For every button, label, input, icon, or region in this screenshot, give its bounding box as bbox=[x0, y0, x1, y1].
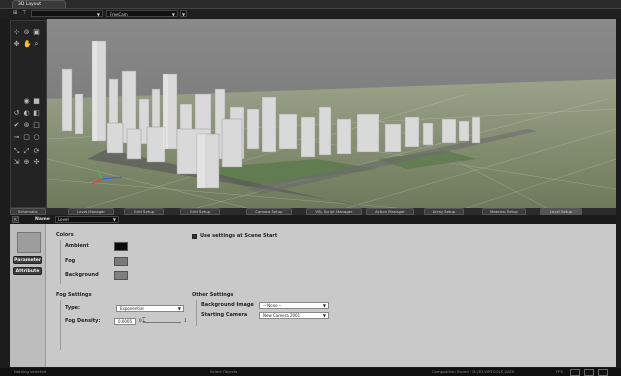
use-settings-checkbox[interactable] bbox=[192, 234, 197, 239]
fog-type-label: Type: bbox=[65, 305, 81, 311]
circle-tool-icon[interactable]: ○ bbox=[33, 134, 40, 141]
place-tool-icon[interactable]: ⊕ bbox=[23, 159, 30, 166]
camera-type-dropdown[interactable]: ▼ bbox=[31, 10, 103, 17]
other-settings-title: Other Settings bbox=[192, 292, 234, 298]
rotate-tool-icon[interactable]: ↺ bbox=[13, 110, 20, 117]
spin-tool-icon[interactable]: ✣ bbox=[33, 159, 40, 166]
box-tool-icon[interactable]: ▢ bbox=[23, 134, 30, 141]
background-color-swatch[interactable] bbox=[114, 271, 128, 280]
collapse-icon[interactable]: ⇱ bbox=[12, 216, 19, 223]
camera-options-button[interactable]: ▼ bbox=[180, 10, 187, 17]
tab-action-manager[interactable]: Action Manager bbox=[366, 208, 414, 215]
title-bar bbox=[0, 0, 621, 9]
view-menu-icon[interactable]: ⊞ bbox=[13, 10, 20, 17]
camera-name-value: FreeCam bbox=[110, 12, 128, 17]
city-scene bbox=[47, 19, 616, 208]
stretch-tool-icon[interactable]: ⤢ bbox=[23, 148, 30, 155]
scale-tool-icon[interactable]: ⤡ bbox=[13, 148, 20, 155]
background-image-label: Background Image bbox=[201, 302, 254, 308]
status-icon-1[interactable] bbox=[570, 369, 580, 376]
fog-density-max-label: 1 bbox=[184, 318, 187, 323]
name-field[interactable]: Level ▼ bbox=[55, 216, 119, 223]
chevron-down-icon: ▼ bbox=[112, 217, 116, 222]
colors-section-title: Colors bbox=[56, 232, 74, 238]
orbit-tool-icon[interactable]: ⟳ bbox=[33, 148, 40, 155]
fog-settings-title: Fog Settings bbox=[56, 292, 92, 298]
status-bar: Nothing selected Select Objects Composit… bbox=[0, 368, 621, 376]
move-tool-icon[interactable]: ✥ bbox=[13, 41, 20, 48]
tab-level-setup[interactable]: Level Setup bbox=[540, 208, 582, 215]
fog-density-slider-handle[interactable]: ⌶ bbox=[142, 318, 146, 324]
check-tool-icon[interactable]: ✔ bbox=[13, 122, 20, 129]
fog-type-value: Exponential bbox=[120, 306, 144, 311]
pan-tool-icon[interactable]: ✋ bbox=[23, 41, 32, 48]
fog-color-swatch[interactable] bbox=[114, 257, 128, 266]
object-tool-icon[interactable]: ■ bbox=[33, 98, 40, 105]
chevron-down-icon: ▼ bbox=[322, 313, 326, 318]
marker-tool-icon[interactable]: ⊛ bbox=[23, 122, 30, 129]
tool-strip: ⊹ ⊚ ▣ ✥ ✋ ⌕ ◉ ■ ↺ ◐ ◧ ✔ ⊛ □ ⊸ ▢ ○ ⤡ ⤢ ⟳ … bbox=[10, 20, 47, 208]
texture-tool-icon[interactable]: ◧ bbox=[33, 110, 40, 117]
link-tool-icon[interactable]: ⊸ bbox=[13, 134, 20, 141]
status-left: Nothing selected bbox=[14, 369, 47, 374]
background-image-value: -- None -- bbox=[263, 303, 282, 308]
tab-vsl-script-manager[interactable]: VSL Script Manager bbox=[306, 208, 362, 215]
tab-material-setup[interactable]: Material Setup bbox=[482, 208, 526, 215]
fog-density-slider-track[interactable] bbox=[143, 322, 181, 323]
fog-density-input[interactable]: 0.0005 bbox=[114, 318, 136, 325]
status-middle: Select Objects bbox=[210, 369, 238, 374]
setup-sidebar: Parameter Attribute bbox=[10, 224, 46, 367]
starting-camera-dropdown[interactable]: New Camera 2001 ▼ bbox=[259, 312, 329, 319]
parameter-button[interactable]: Parameter bbox=[13, 256, 42, 264]
fog-type-dropdown[interactable]: Exponential ▼ bbox=[116, 305, 184, 312]
fps-label: FPS bbox=[556, 369, 563, 374]
light-tool-icon[interactable]: ◉ bbox=[23, 98, 30, 105]
chevron-down-icon: ▼ bbox=[177, 306, 181, 311]
tab-3d-layout[interactable]: 3D Layout bbox=[12, 0, 66, 8]
tab-array-setup[interactable]: Array Setup bbox=[424, 208, 464, 215]
snap-tool-icon[interactable]: ⊚ bbox=[23, 29, 30, 36]
other-divider bbox=[196, 300, 197, 326]
zoom-tool-icon[interactable]: ⌕ bbox=[33, 41, 40, 48]
attribute-button[interactable]: Attribute bbox=[13, 267, 42, 275]
tab-schematic[interactable]: Schematic bbox=[10, 208, 46, 215]
status-icon-3[interactable] bbox=[598, 369, 608, 376]
level-setup-panel bbox=[10, 224, 616, 367]
name-label: Name bbox=[35, 217, 50, 222]
fog-divider bbox=[60, 300, 61, 350]
colors-divider bbox=[60, 240, 61, 284]
use-settings-label: Use settings at Scene Start bbox=[200, 233, 278, 239]
chevron-down-icon: ▼ bbox=[322, 303, 326, 308]
chevron-down-icon: ▼ bbox=[171, 12, 175, 17]
status-icon-2[interactable] bbox=[584, 369, 594, 376]
tab-level-manager[interactable]: Level Manager bbox=[68, 208, 114, 215]
name-value: Level bbox=[58, 217, 69, 222]
background-label: Background bbox=[65, 272, 99, 278]
camera-select-dropdown[interactable]: FreeCam ▼ bbox=[106, 10, 178, 17]
3d-viewport[interactable] bbox=[47, 19, 616, 208]
chevron-down-icon: ▼ bbox=[96, 12, 100, 17]
ambient-color-swatch[interactable] bbox=[114, 242, 128, 251]
status-right: Composition Saved : D:\3D VIRTOOLS DATA bbox=[432, 369, 515, 374]
align-tool-icon[interactable]: ⇲ bbox=[13, 159, 20, 166]
starting-camera-label: Starting Camera bbox=[201, 312, 248, 318]
fog-density-label: Fog Density: bbox=[65, 318, 101, 324]
camera-tool-icon[interactable]: ▣ bbox=[33, 29, 40, 36]
paint-tool-icon[interactable]: ◐ bbox=[23, 110, 30, 117]
tab-grid-setup[interactable]: Grid Setup bbox=[124, 208, 164, 215]
starting-camera-value: New Camera 2001 bbox=[263, 313, 301, 318]
tab-camera-setup[interactable]: Camera Setup bbox=[246, 208, 292, 215]
frame-tool-icon[interactable]: □ bbox=[33, 122, 40, 129]
select-tool-icon[interactable]: ⊹ bbox=[13, 29, 20, 36]
fog-label: Fog bbox=[65, 258, 76, 264]
fog-density-value: 0.0005 bbox=[118, 319, 132, 324]
ambient-label: Ambient bbox=[65, 243, 89, 249]
tab-grid-setup-2[interactable]: Grid Setup bbox=[180, 208, 220, 215]
level-thumbnail bbox=[17, 232, 41, 253]
background-image-dropdown[interactable]: -- None -- ▼ bbox=[259, 302, 329, 309]
filter-icon[interactable]: ⊤ bbox=[22, 10, 29, 17]
